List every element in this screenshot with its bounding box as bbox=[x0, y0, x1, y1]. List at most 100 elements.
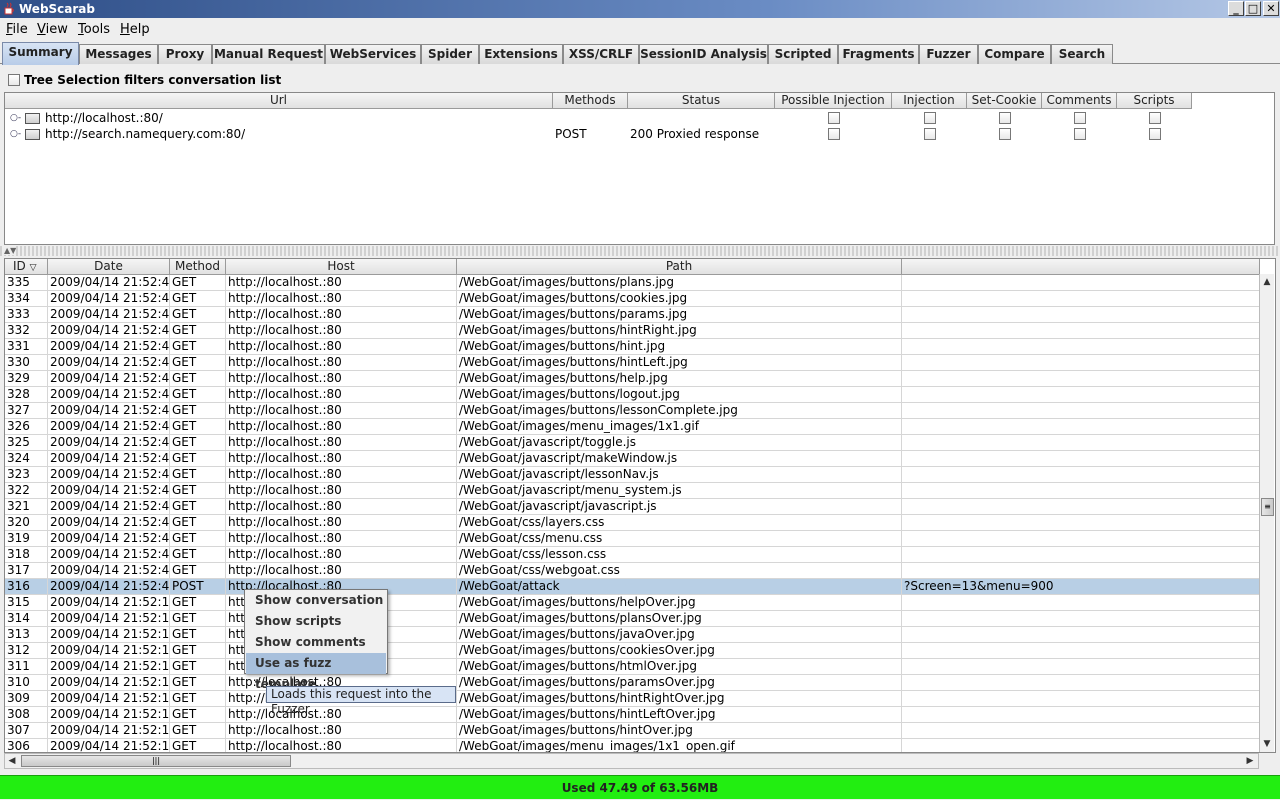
column-header-set-cookie[interactable]: Set-Cookie bbox=[967, 93, 1042, 109]
menu-tools[interactable]: Tools bbox=[78, 22, 110, 37]
maximize-button[interactable]: □ bbox=[1245, 1, 1261, 16]
injection-checkbox[interactable] bbox=[924, 128, 936, 140]
horizontal-scroll-thumb[interactable]: ||| bbox=[21, 755, 291, 767]
vertical-scrollbar[interactable]: ▲ ≡ ▼ bbox=[1259, 274, 1274, 752]
cell-date: 2009/04/14 21:52:43 bbox=[50, 403, 170, 419]
table-row[interactable]: 319 2009/04/14 21:52:43 GET http://localhos… bbox=[5, 531, 1260, 547]
table-row[interactable]: 322 2009/04/14 21:52:43 GET http://localhos… bbox=[5, 483, 1260, 499]
scripts-checkbox[interactable] bbox=[1149, 128, 1161, 140]
close-button[interactable]: ✕ bbox=[1263, 1, 1279, 16]
tab-webservices[interactable]: WebServices bbox=[325, 44, 421, 64]
column-header-possible-injection[interactable]: Possible Injection bbox=[775, 93, 892, 109]
scroll-down-icon[interactable]: ▼ bbox=[1260, 737, 1274, 751]
menu-item-show-scripts[interactable]: Show scripts bbox=[246, 611, 386, 632]
column-header-id[interactable]: ID ▽ bbox=[5, 259, 48, 275]
menu-item-show-conversation[interactable]: Show conversation bbox=[246, 590, 386, 611]
tab-xss-crlf[interactable]: XSS/CRLF bbox=[563, 44, 639, 64]
cell-host: http://localhost.:80 bbox=[226, 563, 457, 579]
tab-fuzzer[interactable]: Fuzzer bbox=[919, 44, 978, 64]
menu-file[interactable]: File bbox=[6, 22, 28, 37]
tab-messages[interactable]: Messages bbox=[79, 44, 158, 64]
menu-item-show-comments[interactable]: Show comments bbox=[246, 632, 386, 653]
table-row[interactable]: 333 2009/04/14 21:52:44 GET http://localhos… bbox=[5, 307, 1260, 323]
table-row[interactable]: 3112009/04/14 21:52:12GEThttp://localhos… bbox=[5, 659, 1260, 675]
table-row[interactable]: 3142009/04/14 21:52:12GEThttp://localhos… bbox=[5, 611, 1260, 627]
table-row[interactable]: 317 2009/04/14 21:52:43 GET http://localhos… bbox=[5, 563, 1260, 579]
table-row[interactable]: 326 2009/04/14 21:52:43 GET http://localhos… bbox=[5, 419, 1260, 435]
column-header-method[interactable]: Method bbox=[170, 259, 226, 275]
menu-help[interactable]: Help bbox=[120, 22, 150, 37]
table-row[interactable]: 334 2009/04/14 21:52:44 GET http://localhos… bbox=[5, 291, 1260, 307]
column-header-injection[interactable]: Injection bbox=[892, 93, 967, 109]
tree-filter-checkbox[interactable] bbox=[8, 74, 20, 86]
tab-sessionid-analysis[interactable]: SessionID Analysis bbox=[639, 44, 768, 64]
comments-checkbox[interactable] bbox=[1074, 128, 1086, 140]
possible-injection-checkbox[interactable] bbox=[828, 128, 840, 140]
tab-search[interactable]: Search bbox=[1051, 44, 1113, 64]
scripts-checkbox[interactable] bbox=[1149, 112, 1161, 124]
tab-proxy[interactable]: Proxy bbox=[158, 44, 212, 64]
minimize-button[interactable]: _ bbox=[1228, 1, 1244, 16]
table-row[interactable]: 3102009/04/14 21:52:12GEThttp://localhos… bbox=[5, 675, 1260, 691]
table-row[interactable]: 3152009/04/14 21:52:12GEThttp://localhos… bbox=[5, 595, 1260, 611]
tab-fragments[interactable]: Fragments bbox=[838, 44, 919, 64]
table-row[interactable]: 323 2009/04/14 21:52:43 GET http://localhos… bbox=[5, 467, 1260, 483]
tab-compare[interactable]: Compare bbox=[978, 44, 1051, 64]
column-header-path[interactable]: Path bbox=[457, 259, 902, 275]
tab-manual-request[interactable]: Manual Request bbox=[212, 44, 325, 64]
scroll-right-icon[interactable]: ▶ bbox=[1243, 754, 1257, 768]
menu-view[interactable]: View bbox=[37, 22, 68, 37]
table-row[interactable]: 328 2009/04/14 21:52:43 GET http://localhos… bbox=[5, 387, 1260, 403]
cell-id: 332 bbox=[5, 323, 48, 339]
tab-spider[interactable]: Spider bbox=[421, 44, 479, 64]
scroll-up-icon[interactable]: ▲ bbox=[1260, 275, 1274, 289]
column-header-scripts[interactable]: Scripts bbox=[1117, 93, 1192, 109]
vertical-scroll-thumb[interactable]: ≡ bbox=[1261, 498, 1274, 516]
table-row[interactable]: 320 2009/04/14 21:52:43 GET http://localhos… bbox=[5, 515, 1260, 531]
set-cookie-checkbox[interactable] bbox=[999, 112, 1011, 124]
table-row[interactable]: 321 2009/04/14 21:52:43 GET http://localhos… bbox=[5, 499, 1260, 515]
possible-injection-checkbox[interactable] bbox=[828, 112, 840, 124]
column-header-query[interactable] bbox=[902, 259, 1260, 275]
column-header-methods[interactable]: Methods bbox=[553, 93, 628, 109]
table-row[interactable]: 335 2009/04/14 21:52:44 GET http://localhos… bbox=[5, 275, 1260, 291]
table-row[interactable]: 324 2009/04/14 21:52:43 GET http://localhos… bbox=[5, 451, 1260, 467]
tree-row[interactable]: ○- http://search.namequery.com:80/ POST … bbox=[5, 126, 1192, 142]
table-row[interactable]: 307 2009/04/14 21:52:12 GET http://localhos… bbox=[5, 723, 1260, 739]
set-cookie-checkbox[interactable] bbox=[999, 128, 1011, 140]
column-header-comments[interactable]: Comments bbox=[1042, 93, 1117, 109]
table-row[interactable]: 325 2009/04/14 21:52:43 GET http://localhos… bbox=[5, 435, 1260, 451]
table-row[interactable]: 3082009/04/14 21:52:12GEThttp://localhos… bbox=[5, 707, 1260, 723]
scroll-left-icon[interactable]: ◀ bbox=[5, 754, 19, 768]
column-header-date[interactable]: Date bbox=[48, 259, 170, 275]
table-row[interactable]: 3092009/04/14 21:52:12GEThttp://localhos… bbox=[5, 691, 1260, 707]
column-header-url[interactable]: Url bbox=[5, 93, 553, 109]
tree-expand-icon[interactable]: ○- bbox=[10, 129, 21, 139]
collapse-arrows-icon[interactable]: ▲▼ bbox=[4, 246, 17, 255]
table-row[interactable]: 327 2009/04/14 21:52:43 GET http://localhos… bbox=[5, 403, 1260, 419]
table-row[interactable]: 306 2009/04/14 21:52:12 GET http://localhos… bbox=[5, 739, 1260, 752]
table-row[interactable]: 3132009/04/14 21:52:12GEThttp://localhos… bbox=[5, 627, 1260, 643]
menu-item-use-as-fuzz-template[interactable]: Use as fuzz template bbox=[246, 653, 386, 691]
comments-checkbox[interactable] bbox=[1074, 112, 1086, 124]
column-header-status[interactable]: Status bbox=[628, 93, 775, 109]
split-pane-divider[interactable]: ▲▼ bbox=[0, 246, 1280, 256]
cell-query bbox=[902, 611, 1260, 627]
table-row[interactable]: 330 2009/04/14 21:52:43 GET http://localhos… bbox=[5, 355, 1260, 371]
table-row[interactable]: 3122009/04/14 21:52:12GEThttp://localhos… bbox=[5, 643, 1260, 659]
tree-expand-icon[interactable]: ○- bbox=[10, 113, 21, 123]
tree-filter-row: Tree Selection filters conversation list bbox=[0, 70, 1280, 90]
table-row[interactable]: 329 2009/04/14 21:52:43 GET http://localhos… bbox=[5, 371, 1260, 387]
tree-row[interactable]: ○- http://localhost.:80/ bbox=[5, 110, 1192, 126]
tab-scripted[interactable]: Scripted bbox=[768, 44, 838, 64]
column-header-host[interactable]: Host bbox=[226, 259, 457, 275]
horizontal-scrollbar[interactable]: ◀ ||| ▶ bbox=[4, 753, 1259, 769]
tab-summary[interactable]: Summary bbox=[2, 42, 79, 65]
table-row[interactable]: 332 2009/04/14 21:52:44 GET http://localhos… bbox=[5, 323, 1260, 339]
table-row[interactable]: 318 2009/04/14 21:52:43 GET http://localhos… bbox=[5, 547, 1260, 563]
cell-method: GET bbox=[170, 739, 226, 752]
tab-extensions[interactable]: Extensions bbox=[479, 44, 563, 64]
table-row[interactable]: 331 2009/04/14 21:52:43 GET http://localhos… bbox=[5, 339, 1260, 355]
table-row[interactable]: 316 2009/04/14 21:52:43 POST http://localho… bbox=[5, 579, 1260, 595]
injection-checkbox[interactable] bbox=[924, 112, 936, 124]
